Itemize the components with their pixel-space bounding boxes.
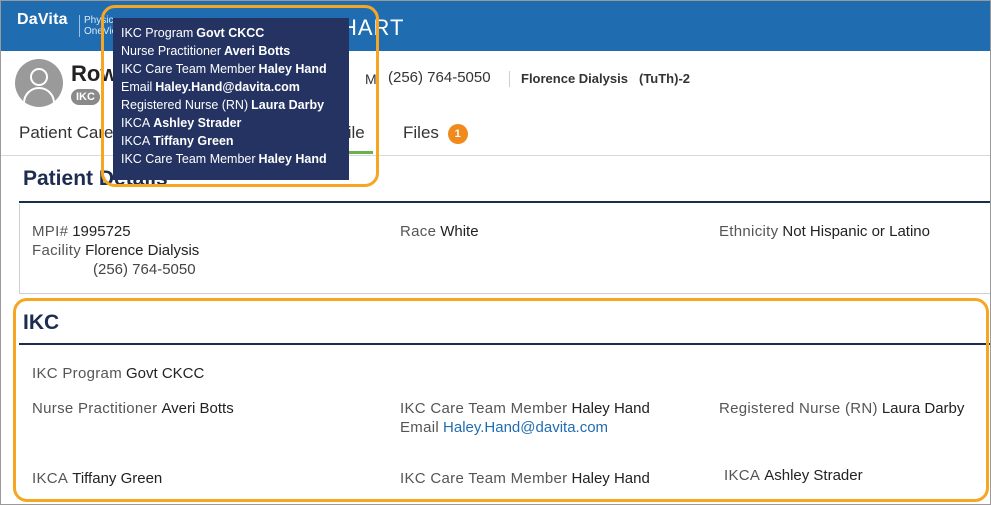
facility-label: Facility (32, 242, 82, 259)
registered-nurse-value: Laura Darby (881, 400, 965, 417)
ikc-program-field: IKC Program Govt CKCC (32, 365, 204, 382)
tab-files-label: Files (403, 123, 439, 142)
ikc-rule (19, 343, 990, 345)
mpi-label: MPI# (32, 223, 69, 240)
app-window: DaVita Physic OneView HART Row IKC M (25… (0, 0, 991, 505)
tooltip-value: Haley.Hand@davita.com (155, 80, 300, 94)
nurse-practitioner-field: Nurse Practitioner Averi Botts (32, 400, 234, 417)
facility-value: Florence Dialysis (85, 242, 200, 259)
avatar-icon (15, 59, 63, 107)
patient-details-rule (19, 201, 990, 203)
tooltip-value: Averi Botts (224, 44, 291, 58)
tooltip-value: Ashley Strader (153, 116, 242, 130)
race-label: Race (400, 223, 437, 240)
tab-patient-care[interactable]: Patient Care (19, 123, 114, 143)
ikc-heading: IKC (23, 311, 60, 334)
ethnicity-field: Ethnicity Not Hispanic or Latino (719, 223, 930, 240)
care-team-member-label: IKC Care Team Member (400, 400, 568, 417)
tooltip-row: Nurse Practitioner Averi Botts (121, 42, 341, 60)
care-team-member-value-2: Haley Hand (571, 470, 650, 487)
header-divider (509, 71, 510, 87)
ikc-care-team-tooltip: IKC Program Govt CKCC Nurse Practitioner A… (113, 18, 349, 180)
tooltip-label: IKC Care Team Member (121, 62, 256, 76)
ikca-label-1: IKCA (32, 470, 69, 487)
tooltip-label: Email (121, 80, 153, 94)
registered-nurse-field: Registered Nurse (RN) Laura Darby (719, 400, 964, 417)
tooltip-label: IKC Program (121, 26, 194, 40)
ethnicity-value: Not Hispanic or Latino (782, 223, 930, 240)
tooltip-row: IKCA Tiffany Green (121, 132, 341, 150)
mpi-field: MPI# 1995725 (32, 223, 131, 240)
race-field: Race White (400, 223, 479, 240)
patient-phone: (256) 764-5050 (388, 69, 491, 86)
davita-logo[interactable]: DaVita (17, 11, 68, 29)
patient-facility: Florence Dialysis (521, 71, 628, 86)
tooltip-value: Tiffany Green (153, 134, 234, 148)
files-count-badge: 1 (447, 123, 468, 144)
ethnicity-label: Ethnicity (719, 223, 779, 240)
tooltip-label: Registered Nurse (RN) (121, 98, 249, 112)
tab-files[interactable]: Files 1 (403, 123, 468, 144)
tooltip-row: IKC Care Team Member Haley Hand (121, 150, 341, 168)
care-team-member-value: Haley Hand (571, 400, 650, 417)
tooltip-row: IKC Program Govt CKCC (121, 24, 341, 42)
tooltip-row: IKCA Ashley Strader (121, 114, 341, 132)
nurse-practitioner-label: Nurse Practitioner (32, 400, 158, 417)
tooltip-value: Haley Hand (258, 62, 327, 76)
tooltip-label: Nurse Practitioner (121, 44, 222, 58)
email-link[interactable]: Haley.Hand@davita.com (443, 419, 608, 436)
ikca-value-2: Ashley Strader (764, 467, 863, 484)
tooltip-row: Email Haley.Hand@davita.com (121, 78, 341, 96)
care-team-member-label-2: IKC Care Team Member (400, 470, 568, 487)
email-field: Email Haley.Hand@davita.com (400, 419, 608, 436)
patient-gender: M (365, 71, 377, 87)
ikca-value-1: Tiffany Green (72, 470, 163, 487)
ikca-field-1: IKCA Tiffany Green (32, 470, 162, 487)
tooltip-value: Govt CKCC (196, 26, 265, 40)
patient-name: Row (71, 61, 118, 86)
ikc-program-value: Govt CKCC (126, 365, 205, 382)
ikc-program-label: IKC Program (32, 365, 122, 382)
tooltip-row: Registered Nurse (RN) Laura Darby (121, 96, 341, 114)
mpi-value: 1995725 (72, 223, 131, 240)
registered-nurse-label: Registered Nurse (RN) (719, 400, 878, 417)
email-label: Email (400, 419, 440, 436)
nurse-practitioner-value: Averi Botts (161, 400, 234, 417)
facility-phone: (256) 764-5050 (93, 261, 196, 278)
ikca-field-2: IKCA Ashley Strader (724, 467, 863, 484)
ikca-label-2: IKCA (724, 467, 761, 484)
ikc-badge[interactable]: IKC (71, 89, 100, 105)
race-value: White (440, 223, 479, 240)
tooltip-label: IKCA (121, 116, 151, 130)
patient-schedule: (TuTh)-2 (639, 71, 691, 86)
tooltip-label: IKCA (121, 134, 151, 148)
tooltip-value: Haley Hand (258, 152, 327, 166)
tooltip-value: Laura Darby (251, 98, 325, 112)
facility-field: Facility Florence Dialysis (32, 242, 199, 259)
care-team-member-field: IKC Care Team Member Haley Hand (400, 400, 650, 417)
tooltip-row: IKC Care Team Member Haley Hand (121, 60, 341, 78)
care-team-member-field-2: IKC Care Team Member Haley Hand (400, 470, 650, 487)
app-title: HART (341, 15, 405, 40)
tooltip-label: IKC Care Team Member (121, 152, 256, 166)
